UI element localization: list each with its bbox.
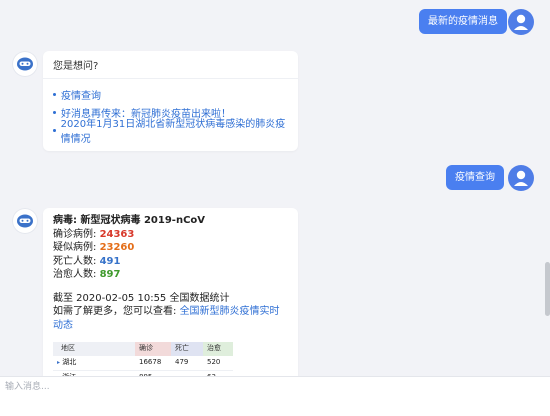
region-table: 地区 确诊 死亡 治愈 ▸ 湖北 16678 479 520 ▸ 浙江 895: [53, 342, 233, 376]
expand-arrow-icon[interactable]: ▸: [57, 359, 60, 366]
cured-label: 治愈人数:: [53, 269, 97, 280]
suggestion-header: 您是想问?: [43, 51, 298, 79]
message-input[interactable]: [5, 380, 535, 394]
deaths-count: 491: [99, 255, 121, 267]
th-region: 地区: [53, 342, 135, 356]
deaths-cell: 479: [171, 356, 203, 371]
robot-avatar-icon: [12, 208, 38, 234]
more-prefix: 如需了解更多，您可以查看:: [53, 306, 177, 317]
region-cell: ▸ 湖北: [53, 356, 135, 371]
suggestion-item[interactable]: 2020年1月31日湖北省新型冠状病毒感染的肺炎疫情情况: [53, 119, 288, 145]
suspected-count: 23260: [99, 242, 135, 253]
robot-avatar-icon: [12, 51, 38, 77]
bot-virus-card: 病毒: 新型冠状病毒 2019-nCoV 确诊病例: 24363 疑似病例: 2…: [43, 208, 298, 376]
confirmed-label: 确诊病例:: [53, 228, 97, 240]
bullet-icon: [53, 92, 56, 96]
chat-scrollbar[interactable]: [545, 262, 550, 316]
bot-suggestion-card: 您是想问? 疫情查询 好消息再传来：新冠肺炎疫苗出来啦！ 2020年1月31日湖…: [43, 51, 298, 151]
cured-cell: 520: [203, 356, 233, 371]
confirmed-count: 24363: [99, 228, 135, 240]
th-confirmed: 确诊: [135, 342, 171, 356]
suspected-label: 疑似病例:: [53, 242, 97, 253]
as-of-text: 截至 2020-02-05 10:55 全国数据统计: [53, 292, 230, 304]
user-message-bubble: 疫情查询: [446, 165, 504, 190]
more-info-line: 如需了解更多，您可以查看: 全国新型肺炎疫情实时动态: [53, 305, 288, 332]
deaths-line: 死亡人数: 491: [53, 255, 288, 269]
chat-area: 最新的疫情消息 您是想问? 疫情查询 好消息再传来：新冠肺炎疫苗出来啦！ 202…: [0, 0, 550, 376]
message-input-bar: [0, 376, 550, 416]
region-name: 湖北: [62, 358, 77, 367]
suggestion-text: 2020年1月31日湖北省新型冠状病毒感染的肺炎疫情情况: [60, 119, 286, 145]
user-message-bubble: 最新的疫情消息: [419, 9, 507, 34]
cured-count: 897: [99, 269, 121, 280]
user-avatar-icon: [508, 9, 534, 35]
bullet-icon: [53, 110, 56, 114]
confirmed-line: 确诊病例: 24363: [53, 228, 288, 242]
th-deaths: 死亡: [171, 342, 203, 356]
table-row[interactable]: ▸ 湖北 16678 479 520: [53, 356, 233, 371]
cured-line: 治愈人数: 897: [53, 268, 288, 282]
suggestion-list: 疫情查询 好消息再传来：新冠肺炎疫苗出来啦！ 2020年1月31日湖北省新型冠状…: [43, 79, 298, 145]
user-avatar-icon: [508, 165, 534, 191]
virus-title: 病毒: 新型冠状病毒 2019-nCoV: [53, 215, 206, 226]
deaths-label: 死亡人数:: [53, 255, 97, 267]
suspected-line: 疑似病例: 23260: [53, 241, 288, 255]
bullet-icon: [53, 128, 56, 132]
suggestion-text: 疫情查询: [61, 90, 101, 102]
th-cured: 治愈: [203, 342, 233, 356]
confirmed-cell: 16678: [135, 356, 171, 371]
suggestion-item[interactable]: 疫情查询: [53, 85, 288, 103]
